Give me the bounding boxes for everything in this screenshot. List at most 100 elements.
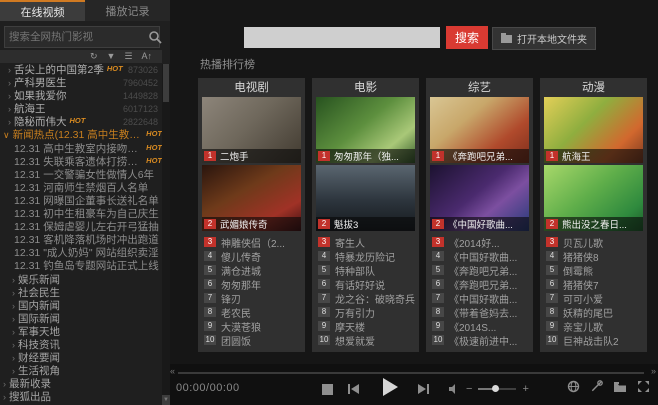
tab-play-history[interactable]: 播放记录 [85,0,170,21]
expand-arrow-icon[interactable]: › [12,287,15,300]
rank-list-item[interactable]: 7可可小爱 [546,291,647,305]
rank-list-item[interactable]: 5《奔跑吧兄弟... [432,263,533,277]
rank-list-item[interactable]: 4特暴龙历险记 [318,249,419,263]
poster-thumbnail[interactable]: 2《中国好歌曲... [430,165,529,231]
expand-arrow-icon[interactable]: › [12,313,15,326]
fullscreen-icon[interactable] [637,380,650,393]
sidebar-show-item[interactable]: ›航海王6017123 [0,103,162,116]
poster-thumbnail[interactable]: 2武媚娘传奇 [202,165,301,231]
rank-list-item[interactable]: 8妖精的尾巴 [546,305,647,319]
rank-list-item[interactable]: 8《带着爸妈去... [432,305,533,319]
sidebar-category-item[interactable]: ›社会民生 [0,287,162,300]
filter-icon[interactable]: ▼ [106,50,115,63]
main-search-input[interactable] [244,27,440,48]
rank-list-item[interactable]: 6有话好好说 [318,277,419,291]
open-local-folder-button[interactable]: 打开本地文件夹 [492,27,596,50]
sidebar-footer-item[interactable]: ›最新收录 [0,378,162,391]
sidebar-news-item[interactable]: 12.31 河南师生禁烟百人名单 [0,182,162,195]
sidebar-show-item[interactable]: ›如果我爱你1449828 [0,90,162,103]
sidebar-category-item[interactable]: ›娱乐新闻 [0,274,162,287]
previous-button[interactable] [348,384,359,394]
sidebar-news-item[interactable]: 12.31 钓鱼岛专题网站正式上线 [0,260,162,273]
settings-wrench-icon[interactable] [590,380,603,393]
sidebar-category-item[interactable]: ›科技资讯 [0,339,162,352]
rank-list-item[interactable]: 4傻儿传奇 [204,249,305,263]
scrollbar-thumb[interactable] [163,64,169,102]
expand-arrow-icon[interactable]: › [8,90,11,103]
sort-az-icon[interactable]: A↑ [141,50,152,63]
volume-down-button[interactable]: − [466,382,472,396]
rank-list-item[interactable]: 3《2014好... [432,235,533,249]
sidebar-category-item[interactable]: ›国际新闻 [0,313,162,326]
browser-icon[interactable] [567,380,580,393]
rank-list-item[interactable]: 6猪猪侠7 [546,277,647,291]
rank-list-item[interactable]: 3神雕侠侣（2... [204,235,305,249]
poster-thumbnail[interactable]: 1《奔跑吧兄弟... [430,97,529,163]
sidebar-news-group-header[interactable]: ∨新闻热点(12.31 高中生教室内...HOT [0,129,162,142]
rank-list-item[interactable]: 5特种部队 [318,263,419,277]
rank-list-item[interactable]: 9摩天楼 [318,319,419,333]
seek-bar[interactable] [178,372,644,374]
expand-arrow-icon[interactable]: › [3,378,6,391]
rank-list-item[interactable]: 3寄生人 [318,235,419,249]
poster-thumbnail[interactable]: 2熊出没之春日... [544,165,643,231]
rank-list-item[interactable]: 6《奔跑吧兄弟... [432,277,533,291]
rank-list-item[interactable]: 4《中国好歌曲... [432,249,533,263]
rank-list-item[interactable]: 8万有引力 [318,305,419,319]
rank-list-item[interactable]: 9大漠苍狼 [204,319,305,333]
speaker-icon[interactable] [448,383,460,395]
sidebar-show-item[interactable]: ›产科男医生7960452 [0,77,162,90]
sort-list-icon[interactable]: ☰ [124,50,132,63]
rank-list-item[interactable]: 9亲宝儿歌 [546,319,647,333]
rank-list-item[interactable]: 4猪猪侠8 [546,249,647,263]
rank-list-item[interactable]: 10团圆饭 [204,333,305,347]
expand-arrow-icon[interactable]: › [3,391,6,404]
rank-list-item[interactable]: 10巨神战击队2 [546,333,647,347]
sidebar-category-item[interactable]: ›财经要闻 [0,352,162,365]
volume-up-button[interactable]: + [522,382,528,396]
rank-list-item[interactable]: 5倒霉熊 [546,263,647,277]
poster-thumbnail[interactable]: 1航海王 [544,97,643,163]
search-button[interactable]: 搜索 [446,26,488,49]
volume-handle[interactable] [492,385,499,392]
sidebar-scrollbar[interactable]: ▼ [162,64,170,405]
scrollbar-down-arrow[interactable]: ▼ [162,395,170,405]
rank-list-item[interactable]: 7《中国好歌曲... [432,291,533,305]
seek-back-icon[interactable]: « [170,366,175,376]
volume-slider[interactable] [478,388,516,390]
rank-list-item[interactable]: 10《极速前进中... [432,333,533,347]
sidebar-category-item[interactable]: ›国内新闻 [0,300,162,313]
tab-online-video[interactable]: 在线视频 [0,0,85,21]
sidebar-show-item[interactable]: ›舌尖上的中国第2季HOT873026 [0,64,162,77]
expand-arrow-icon[interactable]: › [8,103,11,116]
sidebar-show-item[interactable]: ›隐秘而伟大HOT2822648 [0,116,162,129]
sidebar-news-item[interactable]: 12.31 "成人奶妈" 网站组织卖淫 [0,247,162,260]
sidebar-category-item[interactable]: ›军事天地 [0,326,162,339]
sidebar-footer-item[interactable]: ›搜狐出品 [0,391,162,404]
stop-button[interactable] [322,384,333,395]
expand-arrow-icon[interactable]: › [8,77,11,90]
rank-list-item[interactable]: 5满仓进城 [204,263,305,277]
rank-list-item[interactable]: 9《2014S... [432,319,533,333]
expand-arrow-icon[interactable]: › [8,116,11,129]
expand-arrow-icon[interactable]: › [8,64,11,77]
expand-arrow-icon[interactable]: › [12,300,15,313]
search-icon[interactable] [148,30,162,44]
sidebar-news-item[interactable]: 12.31 高中生教室内接吻被退学HOT [0,143,162,156]
rank-list-item[interactable]: 3贝瓦儿歌 [546,235,647,249]
refresh-icon[interactable]: ↻ [90,50,98,63]
sidebar-news-item[interactable]: 12.31 客机降落机场时冲出跑道 [0,234,162,247]
sidebar-search-input[interactable] [5,31,148,43]
expand-arrow-icon[interactable]: › [12,274,15,287]
rank-list-item[interactable]: 6匆匆那年 [204,277,305,291]
expand-arrow-icon[interactable]: › [12,352,15,365]
poster-thumbnail[interactable]: 1二炮手 [202,97,301,163]
poster-thumbnail[interactable]: 2魁拔3 [316,165,415,231]
sidebar-search-box[interactable] [4,26,160,48]
expand-arrow-icon[interactable]: › [12,339,15,352]
open-folder-icon[interactable] [613,381,627,393]
sidebar-news-item[interactable]: 12.31 保姆虐婴儿左右开弓猛抽 [0,221,162,234]
rank-list-item[interactable]: 7锋刃 [204,291,305,305]
poster-thumbnail[interactable]: 1匆匆那年（独... [316,97,415,163]
expand-arrow-icon[interactable]: › [12,326,15,339]
